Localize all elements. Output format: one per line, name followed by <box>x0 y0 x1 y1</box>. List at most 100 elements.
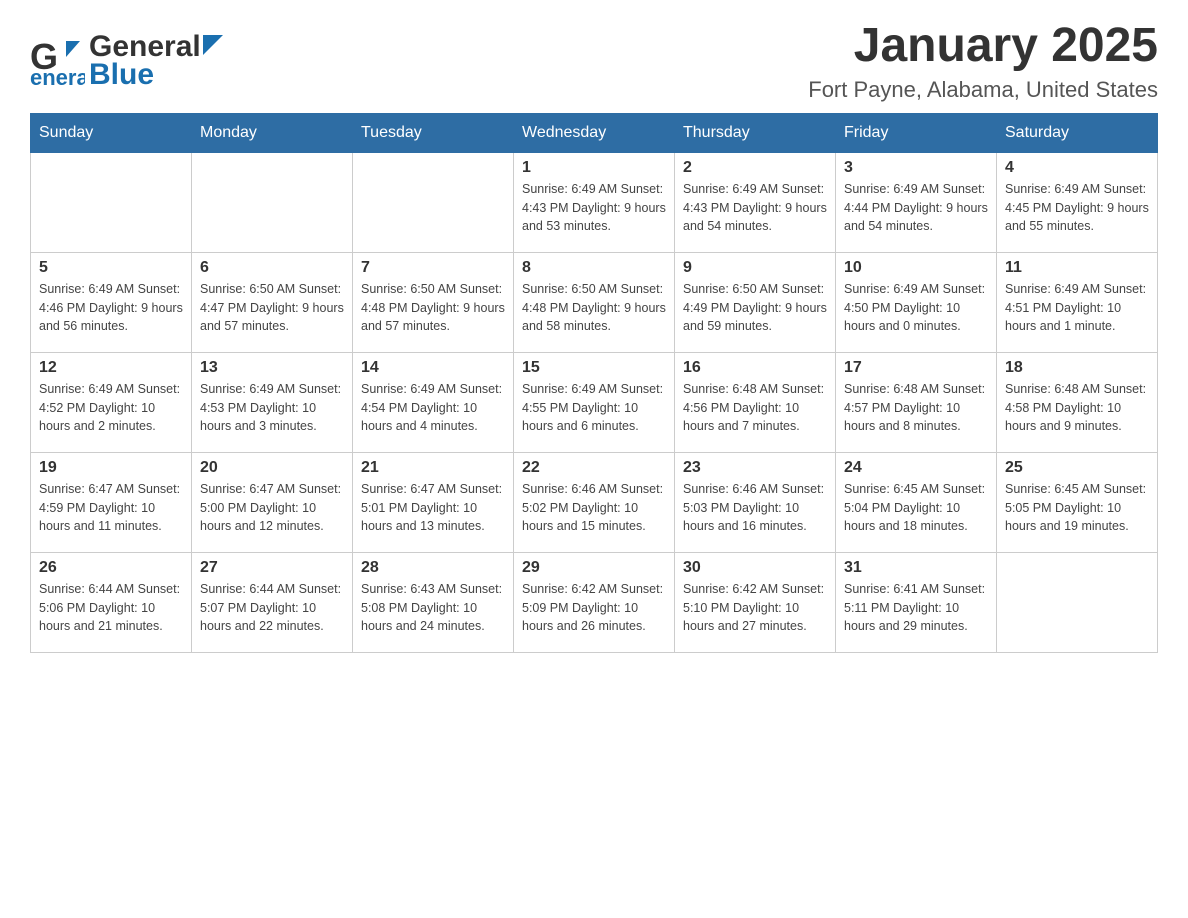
day-info: Sunrise: 6:42 AM Sunset: 5:09 PM Dayligh… <box>522 580 666 636</box>
weekday-header-friday: Friday <box>836 113 997 152</box>
day-number: 29 <box>522 559 666 577</box>
day-number: 27 <box>200 559 344 577</box>
calendar-cell: 20 Sunrise: 6:47 AM Sunset: 5:00 PM Dayli… <box>192 452 353 552</box>
calendar-cell: 9 Sunrise: 6:50 AM Sunset: 4:49 PM Daylig… <box>675 252 836 352</box>
day-info: Sunrise: 6:47 AM Sunset: 4:59 PM Dayligh… <box>39 480 183 536</box>
calendar-cell: 1Sunrise: 6:49 AM Sunset: 4:43 PM Daylig… <box>514 152 675 252</box>
day-info: Sunrise: 6:49 AM Sunset: 4:45 PM Dayligh… <box>1005 180 1149 236</box>
calendar-cell: 16 Sunrise: 6:48 AM Sunset: 4:56 PM Dayli… <box>675 352 836 452</box>
calendar-cell: 5 Sunrise: 6:49 AM Sunset: 4:46 PM Daylig… <box>31 252 192 352</box>
day-number: 26 <box>39 559 183 577</box>
calendar-cell: 11Sunrise: 6:49 AM Sunset: 4:51 PM Dayli… <box>997 252 1158 352</box>
day-info: Sunrise: 6:50 AM Sunset: 4:48 PM Dayligh… <box>361 280 505 336</box>
calendar-cell: 26 Sunrise: 6:44 AM Sunset: 5:06 PM Dayli… <box>31 552 192 652</box>
calendar-cell <box>997 552 1158 652</box>
calendar-cell: 21 Sunrise: 6:47 AM Sunset: 5:01 PM Dayli… <box>353 452 514 552</box>
weekday-header-thursday: Thursday <box>675 113 836 152</box>
day-info: Sunrise: 6:50 AM Sunset: 4:48 PM Dayligh… <box>522 280 666 336</box>
calendar-week-3: 12 Sunrise: 6:49 AM Sunset: 4:52 PM Dayli… <box>31 352 1158 452</box>
day-info: Sunrise: 6:46 AM Sunset: 5:03 PM Dayligh… <box>683 480 827 536</box>
day-info: Sunrise: 6:48 AM Sunset: 4:57 PM Dayligh… <box>844 380 988 436</box>
calendar-week-2: 5 Sunrise: 6:49 AM Sunset: 4:46 PM Daylig… <box>31 252 1158 352</box>
day-number: 24 <box>844 459 988 477</box>
calendar-header: SundayMondayTuesdayWednesdayThursdayFrid… <box>31 113 1158 152</box>
day-info: Sunrise: 6:44 AM Sunset: 5:06 PM Dayligh… <box>39 580 183 636</box>
calendar-cell: 17Sunrise: 6:48 AM Sunset: 4:57 PM Dayli… <box>836 352 997 452</box>
day-info: Sunrise: 6:49 AM Sunset: 4:55 PM Dayligh… <box>522 380 666 436</box>
day-info: Sunrise: 6:48 AM Sunset: 4:56 PM Dayligh… <box>683 380 827 436</box>
day-number: 31 <box>844 559 988 577</box>
day-info: Sunrise: 6:49 AM Sunset: 4:52 PM Dayligh… <box>39 380 183 436</box>
month-title: January 2025 <box>808 20 1158 73</box>
calendar-cell: 14 Sunrise: 6:49 AM Sunset: 4:54 PM Dayli… <box>353 352 514 452</box>
calendar-cell: 12 Sunrise: 6:49 AM Sunset: 4:52 PM Dayli… <box>31 352 192 452</box>
day-number: 19 <box>39 459 183 477</box>
day-number: 14 <box>361 359 505 377</box>
day-number: 2 <box>683 159 827 177</box>
day-info: Sunrise: 6:45 AM Sunset: 5:04 PM Dayligh… <box>844 480 988 536</box>
day-info: Sunrise: 6:45 AM Sunset: 5:05 PM Dayligh… <box>1005 480 1149 536</box>
day-info: Sunrise: 6:49 AM Sunset: 4:54 PM Dayligh… <box>361 380 505 436</box>
calendar-cell: 31 Sunrise: 6:41 AM Sunset: 5:11 PM Dayli… <box>836 552 997 652</box>
calendar-week-5: 26 Sunrise: 6:44 AM Sunset: 5:06 PM Dayli… <box>31 552 1158 652</box>
day-number: 3 <box>844 159 988 177</box>
day-number: 28 <box>361 559 505 577</box>
day-number: 9 <box>683 259 827 277</box>
page-header: G eneral General Blue January 2025 Fort … <box>30 20 1158 103</box>
day-number: 10 <box>844 259 988 277</box>
title-section: January 2025 Fort Payne, Alabama, United… <box>808 20 1158 103</box>
calendar-cell <box>192 152 353 252</box>
calendar-cell: 25 Sunrise: 6:45 AM Sunset: 5:05 PM Dayli… <box>997 452 1158 552</box>
day-number: 4 <box>1005 159 1149 177</box>
day-info: Sunrise: 6:49 AM Sunset: 4:50 PM Dayligh… <box>844 280 988 336</box>
calendar-cell: 18 Sunrise: 6:48 AM Sunset: 4:58 PM Dayli… <box>997 352 1158 452</box>
weekday-header-monday: Monday <box>192 113 353 152</box>
day-number: 6 <box>200 259 344 277</box>
day-info: Sunrise: 6:49 AM Sunset: 4:44 PM Dayligh… <box>844 180 988 236</box>
day-number: 18 <box>1005 359 1149 377</box>
day-info: Sunrise: 6:50 AM Sunset: 4:49 PM Dayligh… <box>683 280 827 336</box>
day-info: Sunrise: 6:49 AM Sunset: 4:43 PM Dayligh… <box>522 180 666 236</box>
day-info: Sunrise: 6:46 AM Sunset: 5:02 PM Dayligh… <box>522 480 666 536</box>
day-number: 25 <box>1005 459 1149 477</box>
calendar-cell: 10 Sunrise: 6:49 AM Sunset: 4:50 PM Dayli… <box>836 252 997 352</box>
day-number: 7 <box>361 259 505 277</box>
calendar-cell: 19 Sunrise: 6:47 AM Sunset: 4:59 PM Dayli… <box>31 452 192 552</box>
weekday-header-sunday: Sunday <box>31 113 192 152</box>
day-info: Sunrise: 6:48 AM Sunset: 4:58 PM Dayligh… <box>1005 380 1149 436</box>
calendar-cell <box>353 152 514 252</box>
day-info: Sunrise: 6:43 AM Sunset: 5:08 PM Dayligh… <box>361 580 505 636</box>
calendar-week-4: 19 Sunrise: 6:47 AM Sunset: 4:59 PM Dayli… <box>31 452 1158 552</box>
calendar-cell: 27 Sunrise: 6:44 AM Sunset: 5:07 PM Dayli… <box>192 552 353 652</box>
logo-triangle-icon <box>203 35 223 55</box>
calendar-cell: 15 Sunrise: 6:49 AM Sunset: 4:55 PM Dayli… <box>514 352 675 452</box>
day-number: 15 <box>522 359 666 377</box>
day-number: 20 <box>200 459 344 477</box>
calendar-table: SundayMondayTuesdayWednesdayThursdayFrid… <box>30 113 1158 653</box>
calendar-cell: 30Sunrise: 6:42 AM Sunset: 5:10 PM Dayli… <box>675 552 836 652</box>
calendar-cell: 3 Sunrise: 6:49 AM Sunset: 4:44 PM Daylig… <box>836 152 997 252</box>
calendar-cell: 4 Sunrise: 6:49 AM Sunset: 4:45 PM Daylig… <box>997 152 1158 252</box>
logo: G eneral General Blue <box>30 30 223 92</box>
svg-text:eneral: eneral <box>30 65 85 86</box>
day-number: 12 <box>39 359 183 377</box>
calendar-cell: 28 Sunrise: 6:43 AM Sunset: 5:08 PM Dayli… <box>353 552 514 652</box>
day-number: 21 <box>361 459 505 477</box>
day-info: Sunrise: 6:47 AM Sunset: 5:01 PM Dayligh… <box>361 480 505 536</box>
day-info: Sunrise: 6:49 AM Sunset: 4:53 PM Dayligh… <box>200 380 344 436</box>
day-number: 16 <box>683 359 827 377</box>
weekday-header-tuesday: Tuesday <box>353 113 514 152</box>
day-number: 5 <box>39 259 183 277</box>
day-number: 8 <box>522 259 666 277</box>
day-info: Sunrise: 6:49 AM Sunset: 4:43 PM Dayligh… <box>683 180 827 236</box>
day-info: Sunrise: 6:49 AM Sunset: 4:46 PM Dayligh… <box>39 280 183 336</box>
calendar-cell: 13Sunrise: 6:49 AM Sunset: 4:53 PM Dayli… <box>192 352 353 452</box>
logo-icon: G eneral <box>30 31 85 91</box>
day-info: Sunrise: 6:44 AM Sunset: 5:07 PM Dayligh… <box>200 580 344 636</box>
day-info: Sunrise: 6:47 AM Sunset: 5:00 PM Dayligh… <box>200 480 344 536</box>
calendar-cell: 8 Sunrise: 6:50 AM Sunset: 4:48 PM Daylig… <box>514 252 675 352</box>
day-info: Sunrise: 6:41 AM Sunset: 5:11 PM Dayligh… <box>844 580 988 636</box>
calendar-cell: 7 Sunrise: 6:50 AM Sunset: 4:48 PM Daylig… <box>353 252 514 352</box>
weekday-header-saturday: Saturday <box>997 113 1158 152</box>
calendar-cell: 2 Sunrise: 6:49 AM Sunset: 4:43 PM Daylig… <box>675 152 836 252</box>
